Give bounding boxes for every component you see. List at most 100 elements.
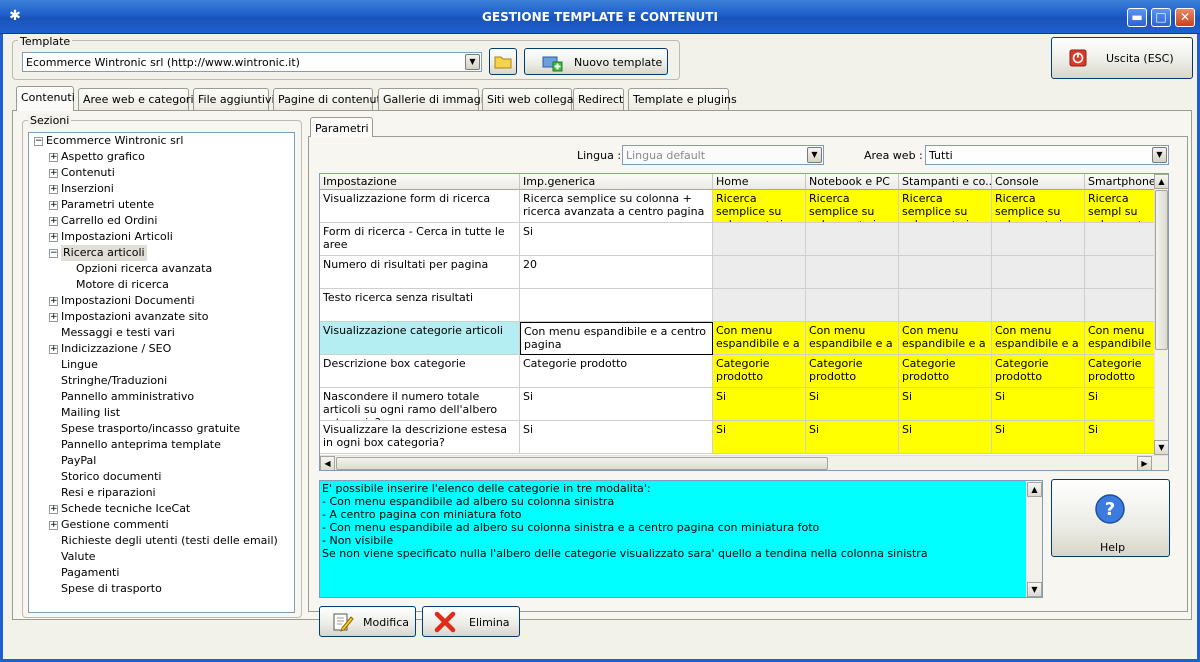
area-value-cell[interactable] bbox=[992, 256, 1085, 289]
tree-item[interactable]: Opzioni ricerca avanzata bbox=[76, 261, 212, 277]
area-value-cell[interactable]: Si bbox=[1085, 421, 1155, 454]
area-value-cell[interactable] bbox=[899, 256, 992, 289]
area-value-cell[interactable]: Ricerca semplice su colonna + ri... bbox=[713, 190, 806, 223]
area-value-cell[interactable]: Categorie prodotto bbox=[806, 355, 899, 388]
area-value-cell[interactable] bbox=[1085, 289, 1155, 322]
tree-item[interactable]: Mailing list bbox=[61, 405, 120, 421]
chevron-down-icon[interactable]: ▼ bbox=[1152, 147, 1167, 163]
tree-item[interactable]: Aspetto grafico bbox=[61, 149, 145, 165]
tab-aree-web[interactable]: Aree web e categorie bbox=[78, 88, 200, 110]
generic-value-cell[interactable]: Si bbox=[520, 388, 713, 421]
tree-item[interactable]: Pannello amministrativo bbox=[61, 389, 194, 405]
settings-grid[interactable]: Impostazione Imp.generica Home Notebook e P… bbox=[319, 173, 1169, 471]
expand-icon[interactable]: + bbox=[49, 521, 58, 530]
tree-item[interactable]: Resi e riparazioni bbox=[61, 485, 156, 501]
area-value-cell[interactable]: Con menu espandibile e a ... bbox=[899, 322, 992, 355]
area-value-cell[interactable]: Con menu espandibile e a ... bbox=[806, 322, 899, 355]
area-value-cell[interactable]: Si bbox=[1085, 388, 1155, 421]
tree-root[interactable]: Ecommerce Wintronic srl bbox=[46, 133, 183, 149]
area-value-cell[interactable]: Si bbox=[713, 421, 806, 454]
tree-item[interactable]: Lingue bbox=[61, 357, 98, 373]
area-value-cell[interactable] bbox=[899, 289, 992, 322]
description-box[interactable]: E' possibile inserire l'elenco delle cat… bbox=[319, 480, 1043, 598]
column-header[interactable]: Imp.generica bbox=[520, 174, 713, 190]
tab-contenuti[interactable]: Contenuti bbox=[16, 86, 75, 111]
tab-gallerie[interactable]: Gallerie di immagini bbox=[378, 88, 494, 110]
area-value-cell[interactable]: Si bbox=[992, 388, 1085, 421]
scroll-up-icon[interactable]: ▲ bbox=[1154, 174, 1168, 189]
tab-file-aggiuntivi[interactable]: File aggiuntivi bbox=[193, 88, 275, 110]
help-button[interactable]: ? Help bbox=[1051, 479, 1170, 557]
generic-value-cell[interactable]: Si bbox=[520, 421, 713, 454]
tree-item[interactable]: Indicizzazione / SEO bbox=[61, 341, 171, 357]
area-value-cell[interactable]: Si bbox=[992, 421, 1085, 454]
sections-tree[interactable]: − Ecommerce Wintronic srl + Aspetto grafi… bbox=[28, 132, 295, 613]
expand-icon[interactable]: + bbox=[49, 153, 58, 162]
scroll-up-icon[interactable]: ▲ bbox=[1027, 482, 1042, 497]
setting-name-cell[interactable]: Visualizzazione form di ricerca bbox=[320, 190, 520, 223]
area-value-cell[interactable] bbox=[1085, 223, 1155, 256]
column-header[interactable]: Notebook e PC bbox=[806, 174, 899, 190]
new-template-button[interactable]: Nuovo template bbox=[524, 48, 668, 75]
column-header[interactable]: Console bbox=[992, 174, 1085, 190]
tree-item[interactable]: Spese trasporto/incasso gratuite bbox=[61, 421, 240, 437]
setting-name-cell[interactable]: Visualizzare la descrizione estesa in og… bbox=[320, 421, 520, 454]
tree-item[interactable]: Carrello ed Ordini bbox=[61, 213, 157, 229]
area-value-cell[interactable]: Si bbox=[899, 388, 992, 421]
collapse-icon[interactable]: − bbox=[49, 249, 58, 258]
tree-item[interactable]: Schede tecniche IceCat bbox=[61, 501, 190, 517]
generic-value-cell[interactable]: Con menu espandibile e a centro pagina bbox=[520, 322, 713, 355]
modifica-button[interactable]: Modifica bbox=[319, 606, 416, 637]
tree-item[interactable]: Storico documenti bbox=[61, 469, 161, 485]
tree-item[interactable]: Messaggi e testi vari bbox=[61, 325, 175, 341]
description-scrollbar[interactable] bbox=[1026, 481, 1042, 597]
column-header[interactable]: Impostazione bbox=[320, 174, 520, 190]
template-select[interactable]: Ecommerce Wintronic srl (http://www.wint… bbox=[22, 52, 482, 72]
open-folder-button[interactable] bbox=[489, 48, 517, 75]
area-value-cell[interactable] bbox=[806, 289, 899, 322]
expand-icon[interactable]: + bbox=[49, 233, 58, 242]
area-value-cell[interactable]: Con menu espandibile e a ... bbox=[992, 322, 1085, 355]
expand-icon[interactable]: + bbox=[49, 169, 58, 178]
scroll-down-icon[interactable]: ▼ bbox=[1154, 440, 1168, 455]
area-value-cell[interactable]: Categorie prodotto bbox=[899, 355, 992, 388]
tree-item[interactable]: PayPal bbox=[61, 453, 96, 469]
tree-item[interactable]: Ricerca articoli bbox=[61, 245, 147, 261]
maximize-button[interactable]: □ bbox=[1151, 8, 1171, 27]
setting-name-cell[interactable]: Testo ricerca senza risultati bbox=[320, 289, 520, 322]
area-value-cell[interactable]: Si bbox=[713, 388, 806, 421]
tab-parametri[interactable]: Parametri bbox=[310, 117, 373, 137]
tab-pagine-contenuti[interactable]: Pagine di contenuti bbox=[273, 88, 384, 110]
area-value-cell[interactable]: Con menu espandibile e a bbox=[1085, 322, 1155, 355]
tree-item[interactable]: Richieste degli utenti (testi delle emai… bbox=[61, 533, 278, 549]
tree-item[interactable]: Pagamenti bbox=[61, 565, 119, 581]
area-value-cell[interactable]: Si bbox=[806, 421, 899, 454]
exit-button[interactable]: Uscita (ESC) bbox=[1051, 37, 1193, 79]
elimina-button[interactable]: Elimina bbox=[422, 606, 520, 637]
area-value-cell[interactable] bbox=[992, 289, 1085, 322]
tree-item[interactable]: Parametri utente bbox=[61, 197, 154, 213]
tree-item[interactable]: Impostazioni avanzate sito bbox=[61, 309, 208, 325]
horizontal-scroll-thumb[interactable] bbox=[336, 457, 828, 470]
area-value-cell[interactable]: Ricerca sempl su colonna + bbox=[1085, 190, 1155, 223]
area-value-cell[interactable]: Categorie prodotto bbox=[1085, 355, 1155, 388]
tree-item[interactable]: Spese di trasporto bbox=[61, 581, 162, 597]
close-button[interactable]: ✕ bbox=[1175, 8, 1195, 27]
vertical-scroll-thumb[interactable] bbox=[1155, 190, 1168, 350]
area-value-cell[interactable] bbox=[1085, 256, 1155, 289]
area-value-cell[interactable] bbox=[713, 256, 806, 289]
chevron-down-icon[interactable]: ▼ bbox=[807, 147, 822, 163]
generic-value-cell[interactable] bbox=[520, 289, 713, 322]
scroll-down-icon[interactable]: ▼ bbox=[1027, 582, 1042, 597]
area-value-cell[interactable] bbox=[713, 289, 806, 322]
setting-name-cell[interactable]: Descrizione box categorie bbox=[320, 355, 520, 388]
tree-item[interactable]: Valute bbox=[61, 549, 96, 565]
area-value-cell[interactable] bbox=[713, 223, 806, 256]
column-header[interactable]: Smartphone e bbox=[1085, 174, 1155, 190]
chevron-down-icon[interactable]: ▼ bbox=[465, 54, 480, 70]
expand-icon[interactable]: + bbox=[49, 345, 58, 354]
area-value-cell[interactable]: Categorie prodotto bbox=[992, 355, 1085, 388]
area-value-cell[interactable]: Categorie prodotto bbox=[713, 355, 806, 388]
generic-value-cell[interactable]: 20 bbox=[520, 256, 713, 289]
scroll-left-icon[interactable]: ◀ bbox=[320, 456, 335, 470]
